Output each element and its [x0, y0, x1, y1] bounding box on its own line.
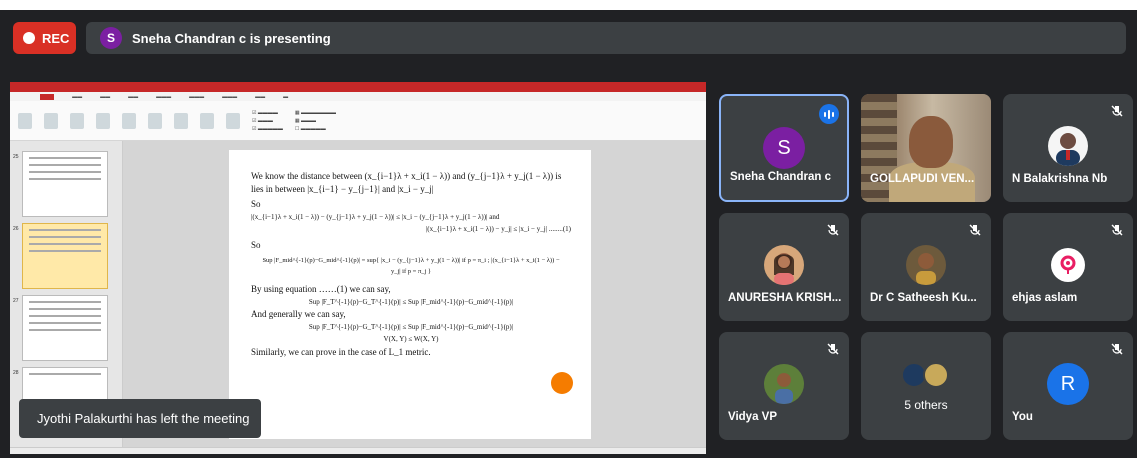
participant-photo [764, 245, 804, 285]
participant-tile[interactable]: S Sneha Chandran c [719, 94, 849, 202]
participant-photo [764, 364, 804, 404]
participant-tile-others[interactable]: 5 others [861, 332, 991, 440]
recording-indicator: REC [13, 22, 76, 54]
participant-avatar: S [763, 127, 805, 169]
participant-tile[interactable]: ANURESHA KRISH... [719, 213, 849, 321]
top-strip [0, 0, 1137, 10]
participant-photo [1051, 248, 1085, 282]
slide-equation: Sup |F_T^{-1}(p)−G_T^{-1}(p)| ≤ Sup |F_m… [308, 322, 514, 331]
slide-line: |(x_{i−1}λ + x_i(1 − λ)) − (y_{j−1}λ + y… [251, 212, 500, 221]
slide-line: And generally we can say, [251, 309, 346, 319]
slide-equation: Sup |F_mid^{-1}(p)−G_mid^{-1}(p)| = sup{… [262, 257, 560, 275]
slide-line: By using equation ……(1) we can say, [251, 284, 391, 294]
participant-name: ehjas aslam [1012, 292, 1078, 304]
powerpoint-statusbar [10, 447, 706, 454]
others-avatar [923, 362, 949, 388]
mic-off-icon [1111, 105, 1123, 117]
record-dot-icon [23, 32, 35, 44]
participant-tile-self[interactable]: R You [1003, 332, 1133, 440]
notification-toast: Jyothi Palakurthi has left the meeting [19, 399, 261, 438]
participant-photo [1048, 126, 1088, 166]
participant-video [861, 94, 991, 202]
slide-line: We know the distance between (x_{i−1}λ +… [251, 171, 562, 181]
mic-off-icon [969, 224, 981, 236]
slide-line: So [251, 199, 261, 209]
participant-tile[interactable]: N Balakrishna Nb [1003, 94, 1133, 202]
powerpoint-ribbon-tabs: ▬▬ ▬▬ ▬▬ ▬▬▬ ▬▬▬ ▬▬▬ ▬▬ ▬ [10, 92, 706, 101]
powerpoint-ribbon: ☑ ▬▬▬▬ ☑ ▬▬▬ ☑ ▬▬▬▬▬ ▦ ▬▬▬▬▬▬▬ ▦ ▬▬▬ ☐ ▬▬▬▬▬ [10, 101, 706, 141]
current-slide: We know the distance between (x_{i−1}λ +… [229, 150, 591, 439]
slide-equation: Sup |F_T^{-1}(p)−G_T^{-1}(p)| ≤ Sup |F_m… [308, 297, 514, 306]
slide-thumbnail-selected: 26 [13, 223, 108, 289]
recording-label: REC [42, 30, 70, 46]
participant-name: Sneha Chandran c [730, 171, 831, 183]
participant-name: ANURESHA KRISH... [728, 292, 842, 304]
others-count: 5 others [904, 398, 948, 412]
participant-tile[interactable]: Dr C Satheesh Ku... [861, 213, 991, 321]
slide-decoration-dot [551, 372, 573, 394]
participant-name: Vidya VP [728, 411, 778, 423]
mic-off-icon [827, 224, 839, 236]
participant-name: GOLLAPUDI VEN... [870, 173, 975, 185]
participant-tile[interactable]: GOLLAPUDI VEN... [861, 94, 991, 202]
slide-line: |(x_{i−1}λ + x_i(1 − λ)) − y_j| ≤ |x_i −… [425, 225, 571, 233]
slide-equation: V(X, Y) ≤ W(X, Y) [383, 335, 439, 343]
mic-off-icon [1111, 343, 1123, 355]
presenter-avatar: S [100, 27, 122, 49]
speaking-indicator-icon [819, 104, 839, 124]
slide-line: Similarly, we can prove in the case of L… [251, 346, 431, 357]
participant-tile[interactable]: ehjas aslam [1003, 213, 1133, 321]
presenting-text: Sneha Chandran c is presenting [132, 30, 331, 46]
slide-thumbnail: 25 [13, 151, 108, 217]
participant-photo [906, 245, 946, 285]
presenting-banner: S Sneha Chandran c is presenting [86, 22, 1126, 54]
participant-name: Dr C Satheesh Ku... [870, 292, 977, 304]
participant-tile[interactable]: Vidya VP [719, 332, 849, 440]
slide-thumbnail: 27 [13, 295, 108, 361]
slide-line: So [251, 239, 261, 250]
participant-name: N Balakrishna Nb [1012, 173, 1108, 185]
powerpoint-titlebar [10, 82, 706, 92]
mic-off-icon [1111, 224, 1123, 236]
participant-name: You [1012, 411, 1033, 423]
mic-off-icon [827, 343, 839, 355]
slide-line: lies in between |x_{i−1} − y_{j−1}| and … [251, 183, 434, 194]
participant-avatar: R [1047, 363, 1089, 405]
